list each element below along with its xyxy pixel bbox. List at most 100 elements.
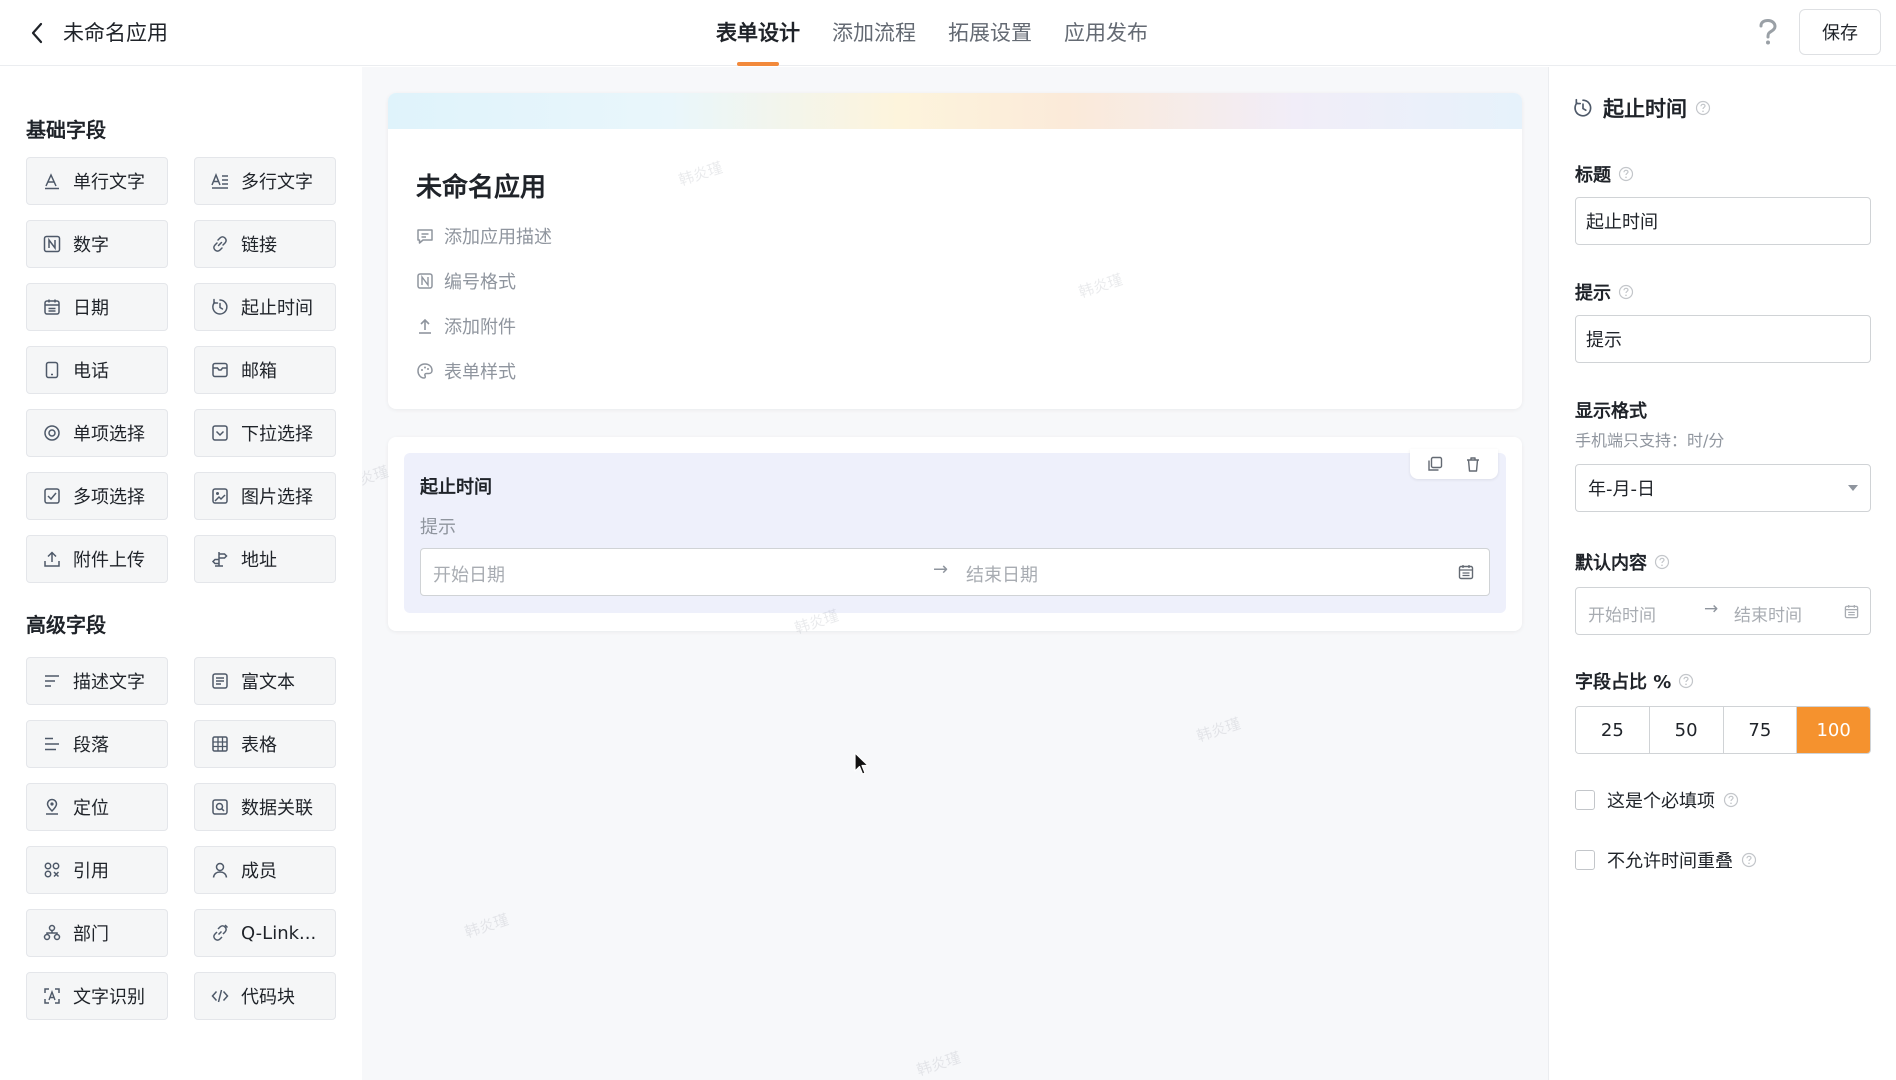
field-address[interactable]: 地址 bbox=[194, 535, 336, 583]
no-overlap-checkbox[interactable] bbox=[1575, 850, 1595, 870]
comment-icon bbox=[416, 227, 434, 245]
number-format-icon bbox=[416, 272, 434, 290]
back-button[interactable] bbox=[22, 18, 52, 48]
watermark: 韩炎瑾 bbox=[1194, 714, 1243, 746]
field-code-block[interactable]: 代码块 bbox=[194, 972, 336, 1020]
ratio-option-25[interactable]: 25 bbox=[1576, 707, 1650, 753]
phone-icon bbox=[43, 361, 61, 379]
field-department[interactable]: 部门 bbox=[26, 909, 168, 957]
image-icon bbox=[211, 487, 229, 505]
start-date-placeholder: 开始日期 bbox=[433, 565, 505, 586]
time-range-icon bbox=[1574, 98, 1592, 117]
field-table[interactable]: 表格 bbox=[194, 720, 336, 768]
field-reference[interactable]: 引用 bbox=[26, 846, 168, 894]
single-line-text-icon bbox=[43, 172, 61, 190]
copy-field-button[interactable] bbox=[1416, 449, 1454, 479]
field-multi-line-text[interactable]: 多行文字 bbox=[194, 157, 336, 205]
range-arrow: → bbox=[933, 559, 949, 580]
field-properties-panel: 起止时间 标题 提示 显示格式 手机端只支持：时/分 年-月-日 默认内容 开始… bbox=[1548, 67, 1896, 1080]
department-icon bbox=[43, 924, 61, 942]
field-phone[interactable]: 电话 bbox=[26, 346, 168, 394]
add-attachment-button[interactable]: 添加附件 bbox=[416, 313, 552, 339]
paragraph-icon bbox=[43, 735, 61, 753]
title-input[interactable] bbox=[1575, 197, 1871, 245]
tab-add-process[interactable]: 添加流程 bbox=[832, 0, 916, 66]
display-format-select[interactable]: 年-月-日 bbox=[1575, 464, 1871, 512]
tab-extension-settings[interactable]: 拓展设置 bbox=[948, 0, 1032, 66]
question-circle-icon[interactable] bbox=[1678, 673, 1694, 689]
help-button[interactable] bbox=[1752, 16, 1784, 48]
watermark: 韩炎瑾 bbox=[462, 910, 511, 942]
field-member[interactable]: 成员 bbox=[194, 846, 336, 894]
field-description-text[interactable]: 描述文字 bbox=[26, 657, 168, 705]
field-link[interactable]: 链接 bbox=[194, 220, 336, 268]
form-banner bbox=[388, 93, 1522, 129]
rich-text-icon bbox=[211, 672, 229, 690]
hint-input[interactable] bbox=[1575, 315, 1871, 363]
field-toolbar bbox=[1410, 449, 1498, 479]
required-checkbox-row[interactable]: 这是个必填项 bbox=[1575, 787, 1739, 813]
tab-app-publish[interactable]: 应用发布 bbox=[1064, 0, 1148, 66]
location-icon bbox=[43, 798, 61, 816]
main-tabs: 表单设计 添加流程 拓展设置 应用发布 bbox=[716, 0, 1180, 66]
form-fields-card: 起止时间 提示 开始日期 → 结束日期 bbox=[388, 437, 1522, 631]
palette-icon bbox=[416, 362, 434, 380]
add-description-button[interactable]: 添加应用描述 bbox=[416, 223, 552, 249]
field-mail[interactable]: 邮箱 bbox=[194, 346, 336, 394]
form-meta-list: 添加应用描述 编号格式 添加附件 表单样式 bbox=[416, 223, 552, 403]
tab-form-design[interactable]: 表单设计 bbox=[716, 0, 800, 66]
data-relation-icon bbox=[211, 798, 229, 816]
field-time-range[interactable]: 起止时间 bbox=[194, 283, 336, 331]
trash-icon bbox=[1467, 457, 1479, 472]
mouse-cursor-icon bbox=[854, 752, 869, 775]
calendar-icon[interactable] bbox=[1842, 602, 1860, 620]
default-end-placeholder: 结束时间 bbox=[1734, 606, 1802, 626]
delete-field-button[interactable] bbox=[1454, 449, 1492, 479]
ratio-option-50[interactable]: 50 bbox=[1649, 707, 1724, 753]
field-single-line-text[interactable]: 单行文字 bbox=[26, 157, 168, 205]
field-image-choice[interactable]: 图片选择 bbox=[194, 472, 336, 520]
question-circle-icon[interactable] bbox=[1654, 554, 1670, 570]
form-name[interactable]: 未命名应用 bbox=[416, 167, 546, 204]
date-range-input[interactable]: 开始日期 → 结束日期 bbox=[420, 548, 1490, 596]
form-style-button[interactable]: 表单样式 bbox=[416, 358, 552, 384]
field-q-link[interactable]: Q-Link... bbox=[194, 909, 336, 957]
ratio-option-100[interactable]: 100 bbox=[1797, 707, 1870, 753]
question-circle-icon[interactable] bbox=[1741, 852, 1757, 868]
calendar-icon[interactable] bbox=[1457, 563, 1475, 581]
required-checkbox[interactable] bbox=[1575, 790, 1595, 810]
field-rich-text[interactable]: 富文本 bbox=[194, 657, 336, 705]
field-dropdown-select[interactable]: 下拉选择 bbox=[194, 409, 336, 457]
default-time-range-input[interactable]: 开始时间 → 结束时间 bbox=[1575, 587, 1871, 635]
field-multi-choice[interactable]: 多项选择 bbox=[26, 472, 168, 520]
chevron-left-icon bbox=[31, 22, 43, 44]
question-circle-icon[interactable] bbox=[1618, 166, 1634, 182]
qlink-icon bbox=[211, 924, 229, 942]
question-circle-icon[interactable] bbox=[1695, 100, 1711, 116]
field-location[interactable]: 定位 bbox=[26, 783, 168, 831]
number-format-button[interactable]: 编号格式 bbox=[416, 268, 552, 294]
display-format-label: 显示格式 bbox=[1575, 401, 1647, 422]
top-header: 未命名应用 表单设计 添加流程 拓展设置 应用发布 保存 bbox=[0, 0, 1896, 66]
field-ratio-segmented: 25 50 75 100 bbox=[1575, 706, 1871, 754]
field-ocr[interactable]: 文字识别 bbox=[26, 972, 168, 1020]
no-overlap-checkbox-row[interactable]: 不允许时间重叠 bbox=[1575, 847, 1757, 873]
form-canvas[interactable]: 未命名应用 添加应用描述 编号格式 添加附件 表单样式 起止时间 提示 开始日期… bbox=[362, 67, 1548, 1080]
display-format-note: 手机端只支持：时/分 bbox=[1575, 431, 1725, 450]
save-button[interactable]: 保存 bbox=[1799, 9, 1881, 55]
question-circle-icon[interactable] bbox=[1723, 792, 1739, 808]
default-start-placeholder: 开始时间 bbox=[1588, 606, 1656, 626]
field-single-choice[interactable]: 单项选择 bbox=[26, 409, 168, 457]
field-number[interactable]: 数字 bbox=[26, 220, 168, 268]
question-circle-icon[interactable] bbox=[1618, 284, 1634, 300]
field-attachment-upload[interactable]: 附件上传 bbox=[26, 535, 168, 583]
field-data-relation[interactable]: 数据关联 bbox=[194, 783, 336, 831]
ocr-icon bbox=[43, 987, 61, 1005]
selected-field-time-range[interactable]: 起止时间 提示 开始日期 → 结束日期 bbox=[404, 449, 1506, 613]
field-date[interactable]: 日期 bbox=[26, 283, 168, 331]
ratio-option-75[interactable]: 75 bbox=[1723, 707, 1798, 753]
radio-icon bbox=[43, 424, 61, 442]
field-paragraph[interactable]: 段落 bbox=[26, 720, 168, 768]
default-content-label: 默认内容 bbox=[1575, 549, 1670, 575]
app-title: 未命名应用 bbox=[63, 21, 168, 45]
